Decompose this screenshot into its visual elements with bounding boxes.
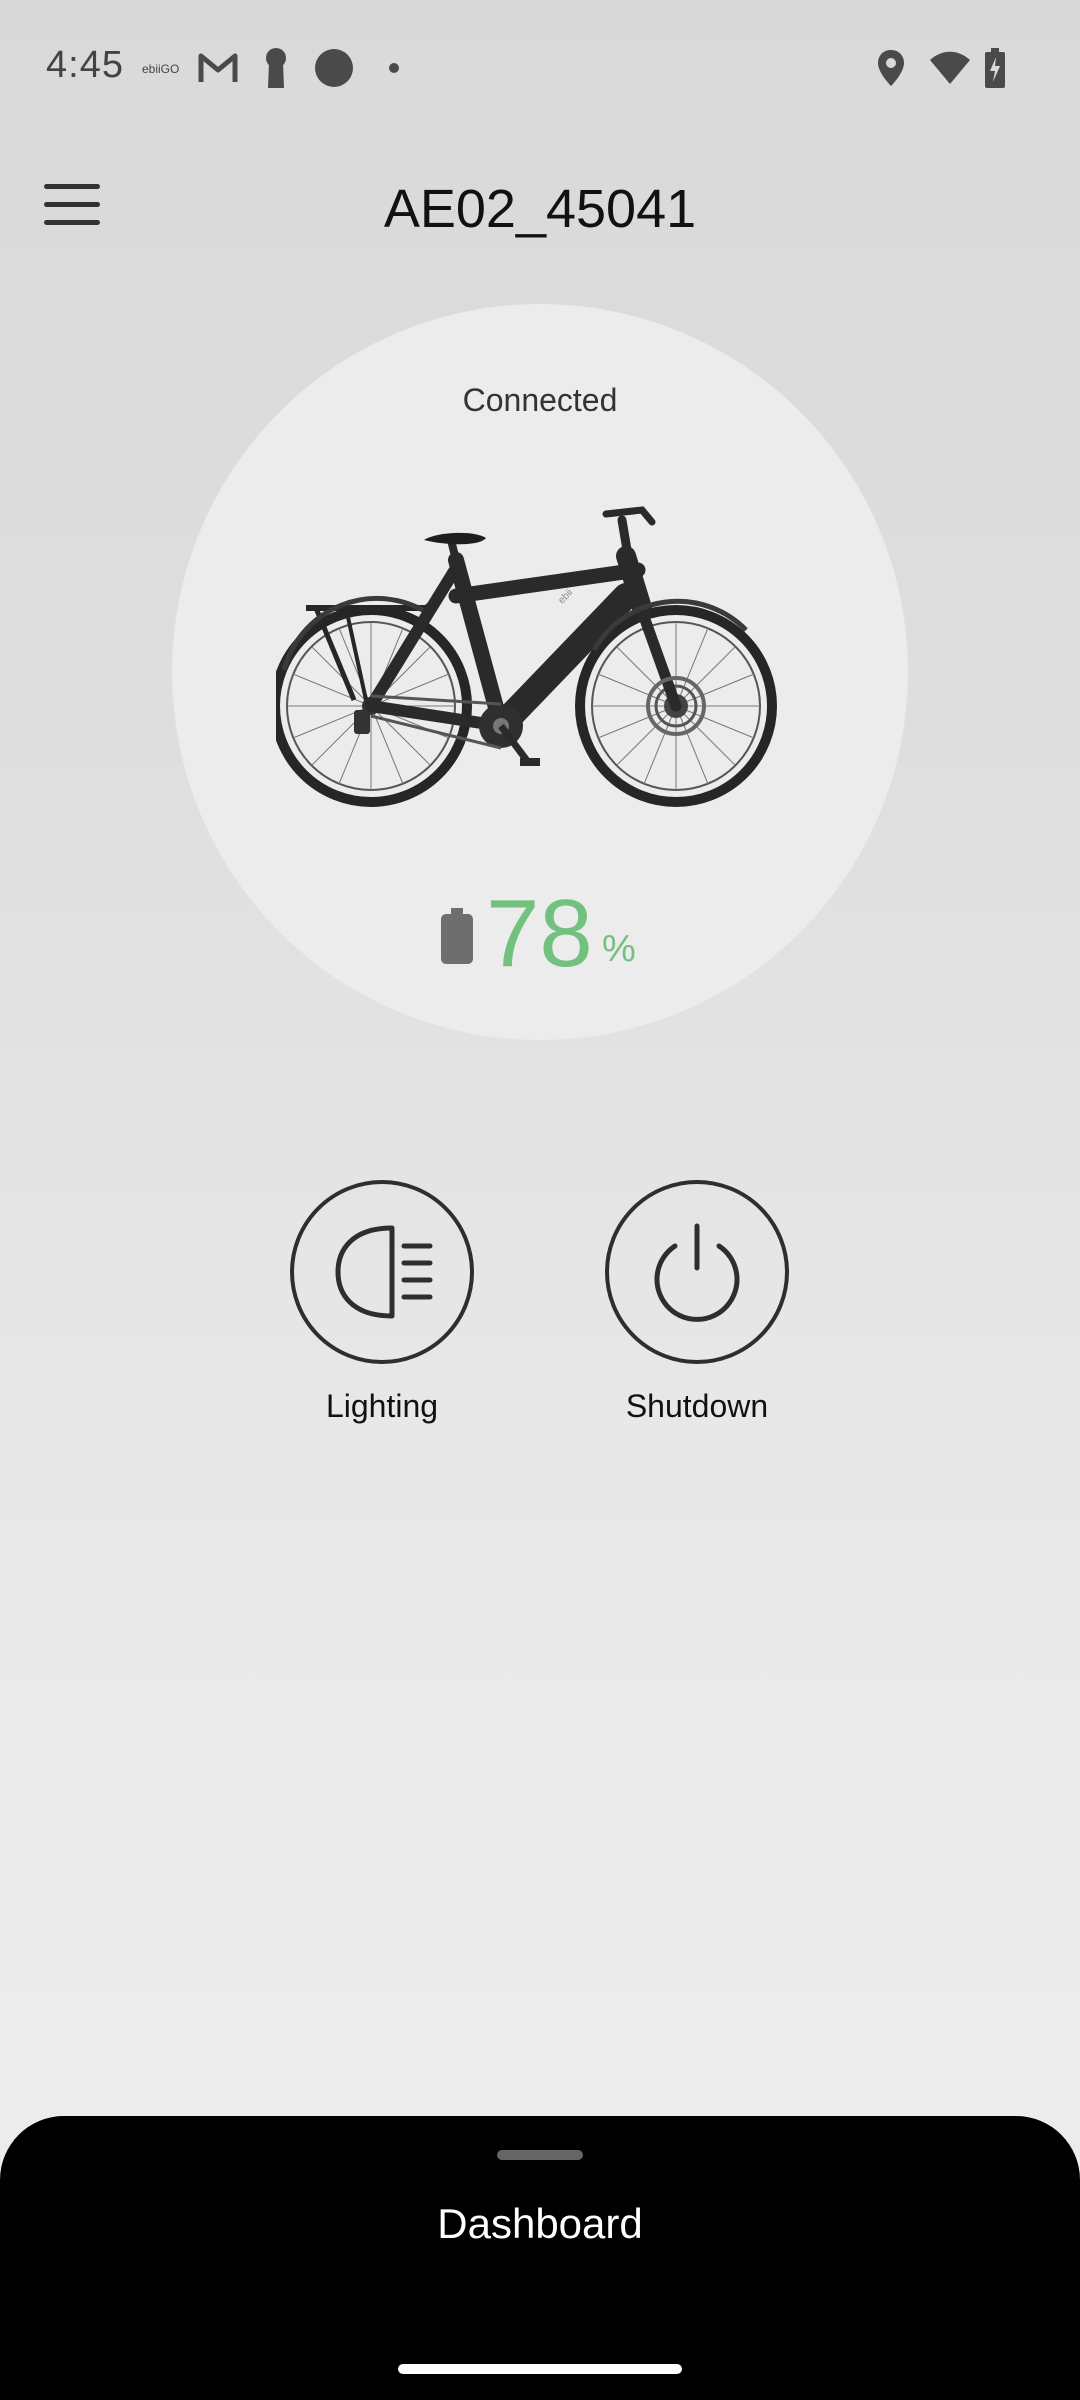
lighting-button[interactable] (290, 1180, 474, 1364)
battery-charging-icon (985, 48, 1005, 88)
status-app-label: ebiiGO (142, 62, 180, 76)
keyhole-icon (266, 48, 286, 88)
connection-status: Connected (462, 382, 618, 418)
shutdown-action: Shutdown (587, 1180, 807, 1425)
bicycle-image: ebii (276, 506, 777, 807)
wifi-icon (930, 51, 970, 84)
battery-unit: % (602, 928, 636, 970)
shutdown-button[interactable] (605, 1180, 789, 1364)
lighting-action: Lighting (272, 1180, 492, 1425)
circle-notification-icon (315, 49, 353, 87)
page-title: AE02_45041 (383, 179, 697, 239)
battery-percentage: 78 (486, 880, 593, 987)
dot-icon (389, 63, 399, 73)
shutdown-label: Shutdown (625, 1388, 769, 1424)
home-indicator[interactable] (398, 2364, 682, 2374)
power-icon (654, 1223, 740, 1322)
sheet-title[interactable]: Dashboard (0, 2200, 1080, 2248)
status-time: 4:45 (46, 44, 124, 86)
sheet-drag-handle[interactable] (497, 2150, 583, 2160)
headlight-icon (335, 1225, 433, 1319)
device-card: Connected ebii 78 % (172, 304, 908, 1040)
lighting-label: Lighting (325, 1388, 439, 1424)
battery-status: 78 % (172, 884, 908, 984)
bottom-sheet[interactable]: Dashboard (0, 2116, 1080, 2400)
gmail-icon (198, 53, 238, 82)
location-icon (878, 50, 904, 86)
svg-text:ebii: ebii (556, 587, 575, 606)
battery-icon (441, 908, 473, 964)
status-bar: 4:45 ebiiGO (0, 0, 1080, 136)
